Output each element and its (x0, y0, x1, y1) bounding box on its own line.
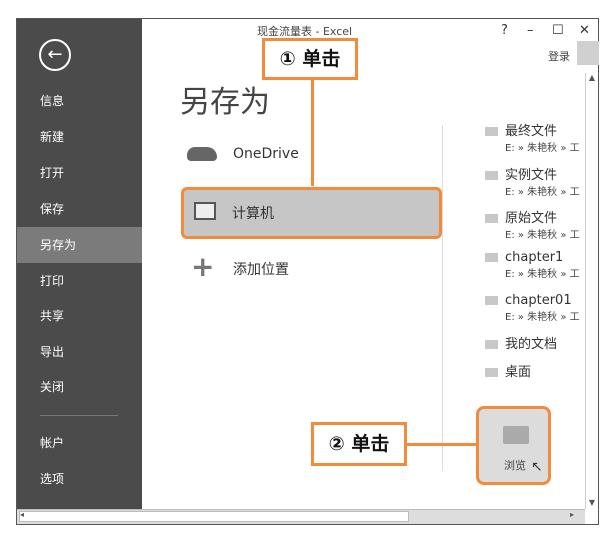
recent-folder[interactable]: 我的文档 (485, 333, 585, 352)
folder-path: E: » 朱艳秋 » 工 (505, 143, 580, 154)
nav-options[interactable]: 选项 (17, 461, 142, 497)
step1-callout: ① 单击 (262, 38, 358, 80)
browse-label: 浏览 (504, 459, 526, 472)
folder-name: 实例文件 (505, 168, 558, 183)
back-button[interactable]: ← (39, 39, 71, 71)
window-title: 现金流量表 - Excel (257, 25, 353, 38)
nav-save-as[interactable]: 另存为 (17, 227, 142, 263)
folder-path: E: » 朱艳秋 » 工 (505, 269, 580, 280)
vertical-scrollbar[interactable]: ▲ ▼ (585, 73, 598, 509)
scroll-left-icon[interactable]: ◂ (20, 510, 24, 519)
place-onedrive[interactable]: OneDrive (185, 143, 435, 171)
folder-name: 最终文件 (505, 124, 558, 139)
callout-line (405, 443, 477, 446)
recent-folder[interactable]: chapter01 E: » 朱艳秋 » 工 (485, 293, 585, 323)
backstage-sidebar: ← 信息 新建 打开 保存 另存为 打印 共享 导出 关闭 帐户 选项 (17, 19, 142, 509)
folder-name: chapter01 (505, 293, 572, 308)
scroll-down-icon[interactable]: ▼ (586, 498, 598, 507)
folder-name: 桌面 (505, 365, 532, 380)
cloud-icon (187, 147, 217, 161)
nav-info[interactable]: 信息 (17, 83, 142, 119)
sidebar-divider (40, 415, 118, 416)
callout-line (311, 78, 314, 186)
pane-divider (442, 125, 443, 471)
folder-icon (485, 296, 498, 305)
recent-folder[interactable]: 原始文件 E: » 朱艳秋 » 工 (485, 207, 585, 241)
computer-icon (194, 202, 216, 220)
folder-icon (485, 214, 498, 223)
place-label: 计算机 (232, 206, 274, 222)
folder-open-icon (503, 426, 529, 444)
nav-open[interactable]: 打开 (17, 155, 142, 191)
maximize-button[interactable]: ☐ (552, 23, 564, 38)
place-computer[interactable]: 计算机 (181, 187, 442, 239)
login-link[interactable]: 登录 (548, 48, 570, 64)
folder-path: E: » 朱艳秋 » 工 (505, 187, 580, 198)
nav-share[interactable]: 共享 (17, 298, 142, 334)
recent-folder[interactable]: 最终文件 E: » 朱艳秋 » 工 (485, 120, 585, 154)
nav-new[interactable]: 新建 (17, 119, 142, 155)
excel-window: ← 信息 新建 打开 保存 另存为 打印 共享 导出 关闭 帐户 选项 现金流量… (16, 18, 599, 525)
plus-icon: + (191, 250, 215, 283)
folder-path: E: » 朱艳秋 » 工 (505, 230, 580, 241)
folder-icon (485, 253, 498, 262)
page-title: 另存为 (180, 85, 270, 120)
folder-icon (485, 127, 498, 136)
scroll-up-icon[interactable]: ▲ (586, 73, 598, 82)
nav-export[interactable]: 导出 (17, 334, 142, 370)
recent-folder[interactable]: chapter1 E: » 朱艳秋 » 工 (485, 250, 585, 280)
folder-name: 原始文件 (505, 211, 558, 226)
recent-folder[interactable]: 实例文件 E: » 朱艳秋 » 工 (485, 164, 585, 198)
browse-button[interactable]: 浏览 ↖ (476, 406, 551, 485)
folder-path: E: » 朱艳秋 » 工 (505, 312, 580, 323)
nav-account[interactable]: 帐户 (17, 425, 142, 461)
folder-icon (485, 171, 498, 180)
place-label: 添加位置 (233, 262, 289, 278)
help-button[interactable]: ? (501, 23, 508, 38)
nav-close[interactable]: 关闭 (17, 369, 142, 405)
recent-folder[interactable]: 桌面 (485, 361, 585, 380)
scroll-thumb[interactable] (19, 511, 409, 522)
folder-name: 我的文档 (505, 337, 558, 352)
place-label: OneDrive (233, 146, 299, 162)
folder-icon (485, 368, 498, 377)
mouse-cursor-icon: ↖ (531, 459, 543, 475)
place-add-location[interactable]: + 添加位置 (185, 253, 435, 285)
close-button[interactable]: ✕ (579, 23, 590, 38)
scroll-right-icon[interactable]: ▸ (570, 510, 574, 519)
nav-print[interactable]: 打印 (17, 263, 142, 299)
avatar[interactable] (577, 41, 599, 65)
folder-icon (485, 340, 498, 349)
horizontal-scrollbar[interactable]: ◂ ▸ (17, 509, 585, 524)
folder-name: chapter1 (505, 250, 564, 265)
step2-callout: ② 单击 (311, 422, 407, 466)
minimize-button[interactable]: – (527, 23, 534, 38)
nav-save[interactable]: 保存 (17, 191, 142, 227)
